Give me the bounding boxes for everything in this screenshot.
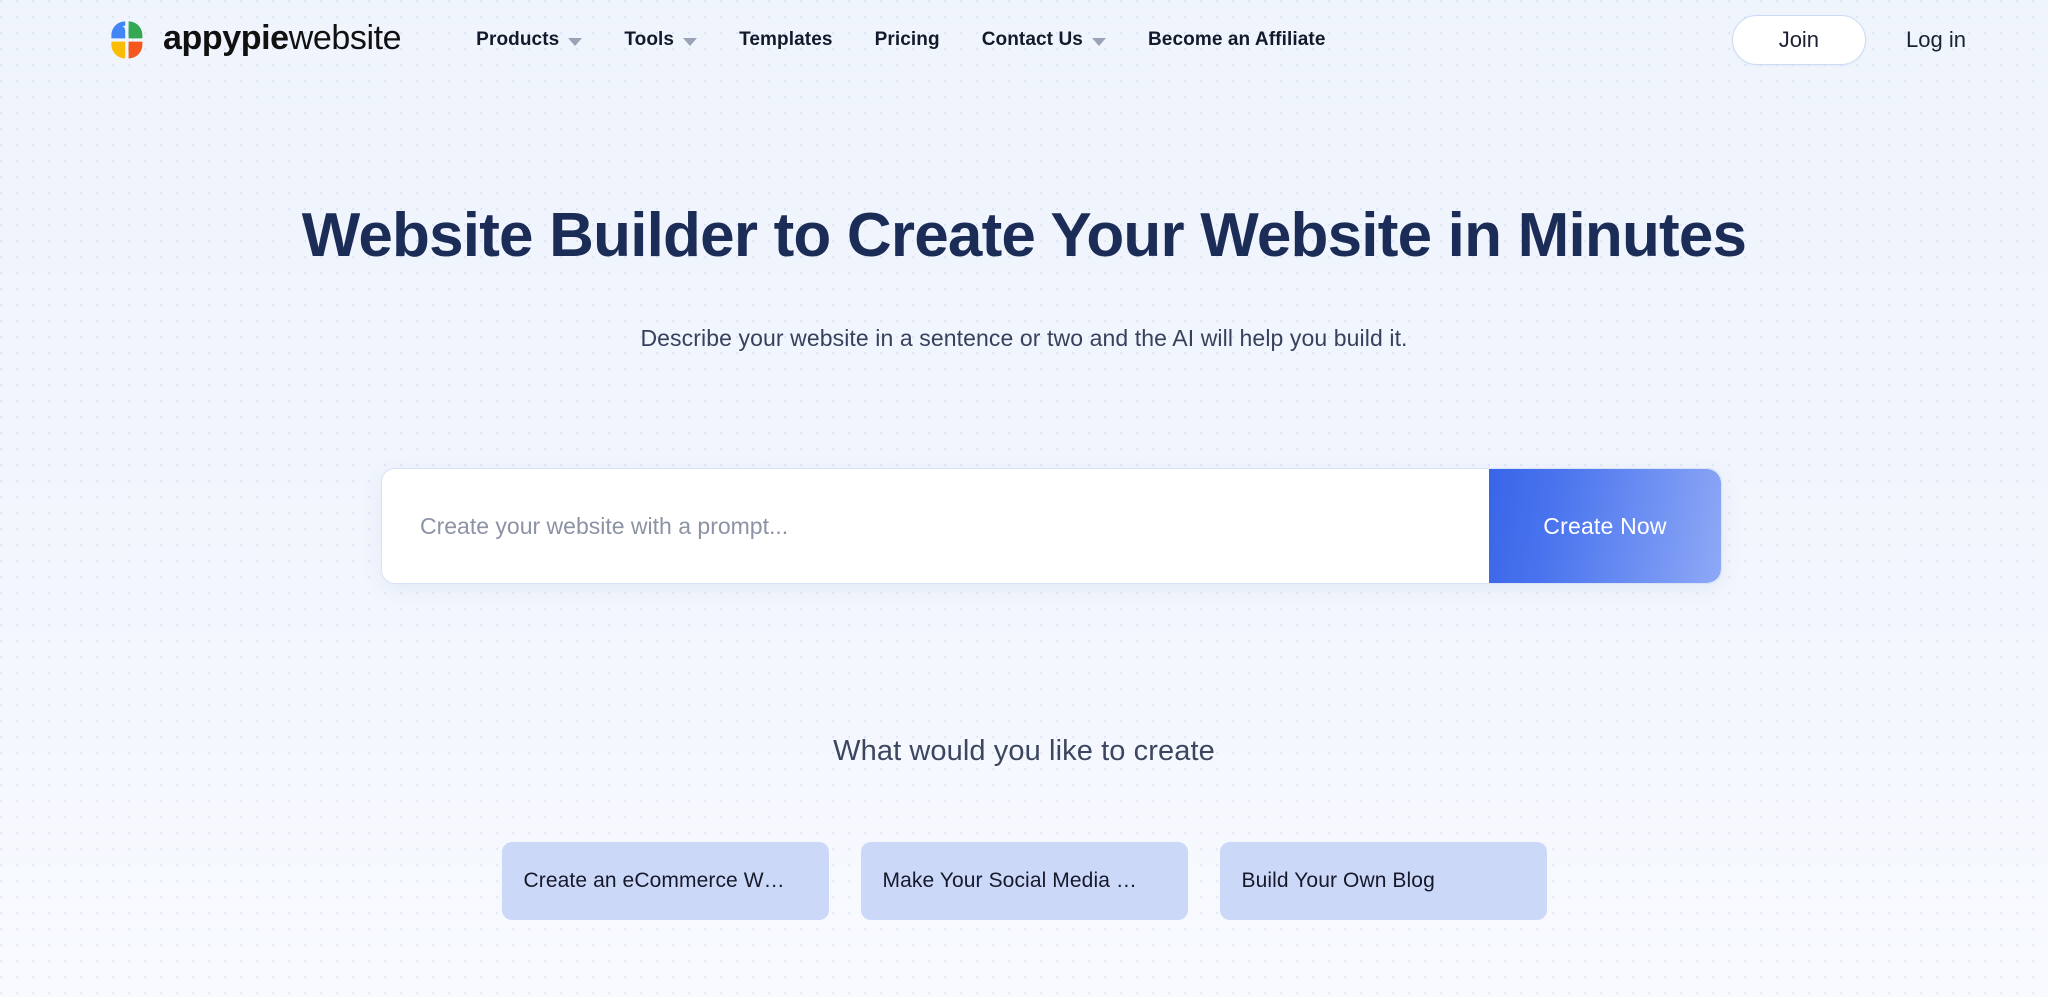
chevron-down-icon [683,37,698,46]
site-header: appypiewebsite Products Tools Templates … [0,0,2048,79]
main-navigation: Products Tools Templates Pricing Contact… [455,19,1346,61]
page-root: appypiewebsite Products Tools Templates … [0,0,2048,997]
chevron-down-icon [568,37,583,46]
brand-name-light: website [288,19,402,57]
suggestion-chip-blog[interactable]: Build Your Own Blog [1219,842,1547,920]
page-title: Website Builder to Create Your Website i… [301,201,1747,270]
header-actions: Join Log in [1731,14,2008,65]
nav-item-pricing[interactable]: Pricing [854,19,961,61]
appypie-logo-icon [104,17,150,63]
nav-label: Pricing [874,28,940,50]
suggestion-chip-social-media[interactable]: Make Your Social Media … [860,842,1188,920]
suggestion-chip-ecommerce[interactable]: Create an eCommerce W… [501,842,829,920]
prompt-bar: Create Now [381,468,1722,584]
nav-label: Tools [624,28,675,50]
login-link[interactable]: Log in [1894,19,1978,61]
suggestions-heading: What would you like to create [833,735,1215,767]
brand-logo[interactable]: appypiewebsite [104,17,402,63]
nav-item-contact-us[interactable]: Contact Us [961,19,1127,61]
nav-item-become-an-affiliate[interactable]: Become an Affiliate [1127,19,1347,61]
chevron-down-icon [1091,37,1106,46]
suggestion-chips: Create an eCommerce W… Make Your Social … [0,842,2048,920]
nav-label: Templates [739,28,833,50]
nav-label: Products [476,28,560,50]
join-button[interactable]: Join [1731,14,1867,65]
prompt-input[interactable] [382,469,1489,583]
nav-label: Become an Affiliate [1147,28,1326,50]
create-now-button[interactable]: Create Now [1489,469,1721,583]
brand-name-bold: appypie [163,19,289,57]
brand-wordmark: appypiewebsite [163,19,402,58]
nav-item-tools[interactable]: Tools [603,19,718,61]
hero-subtitle: Describe your website in a sentence or t… [640,325,1408,352]
hero-section: Website Builder to Create Your Website i… [0,79,2048,352]
nav-label: Contact Us [981,28,1083,50]
nav-item-templates[interactable]: Templates [718,19,853,61]
nav-item-products[interactable]: Products [455,19,603,61]
